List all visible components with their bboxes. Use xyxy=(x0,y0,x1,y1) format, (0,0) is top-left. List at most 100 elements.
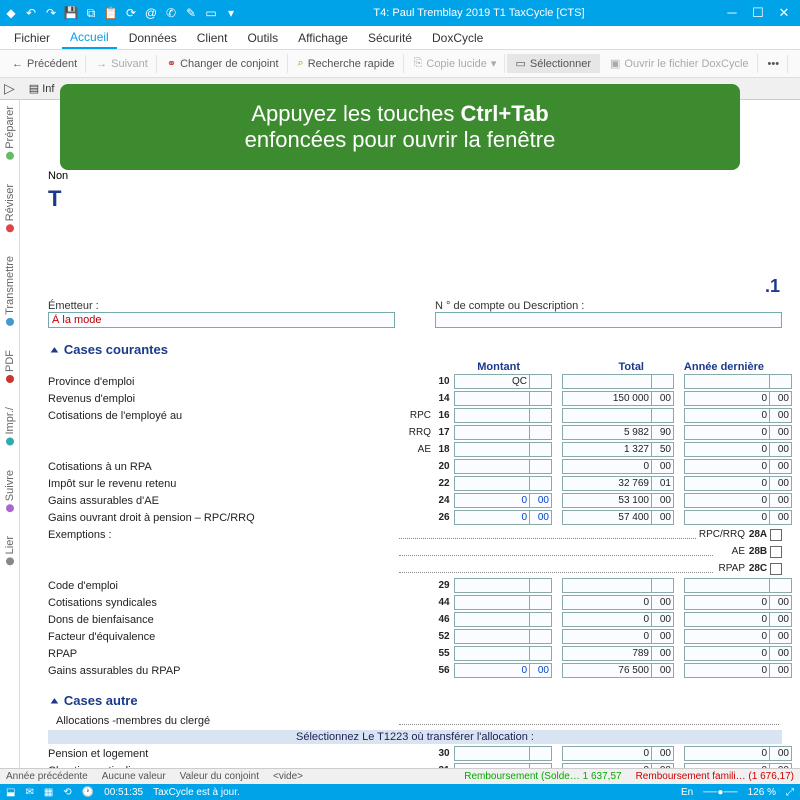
menu-client[interactable]: Client xyxy=(189,28,236,48)
side-lier[interactable]: Lier xyxy=(4,536,16,565)
total-cell[interactable]: 57 400 xyxy=(562,510,652,525)
total-dec-cell[interactable]: 00 xyxy=(652,459,674,474)
total-dec-cell[interactable] xyxy=(652,578,674,593)
annee-cell[interactable]: 0 xyxy=(684,612,770,627)
annee-dec-cell[interactable]: 00 xyxy=(770,408,792,423)
annee-cell[interactable]: 0 xyxy=(684,442,770,457)
annee-dec-cell[interactable]: 00 xyxy=(770,595,792,610)
annee-dec-cell[interactable]: 00 xyxy=(770,391,792,406)
montant-cell[interactable]: 0 xyxy=(454,510,530,525)
total-dec-cell[interactable]: 00 xyxy=(652,629,674,644)
annee-dec-cell[interactable]: 00 xyxy=(770,493,792,508)
annee-cell[interactable]: 0 xyxy=(684,510,770,525)
maximize-icon[interactable]: ☐ xyxy=(746,5,770,21)
side-preparer[interactable]: Préparer xyxy=(4,106,16,160)
annee-dec-cell[interactable]: 00 xyxy=(770,663,792,678)
add-tab-icon[interactable]: ▷ xyxy=(4,80,15,97)
annee-cell[interactable]: 0 xyxy=(684,646,770,661)
side-transmettre[interactable]: Transmettre xyxy=(4,256,16,326)
total-dec-cell[interactable]: 00 xyxy=(652,595,674,610)
total-cell[interactable]: 76 500 xyxy=(562,663,652,678)
edit-icon[interactable]: ✎ xyxy=(184,6,198,20)
side-reviser[interactable]: Réviser xyxy=(4,184,16,232)
grid-icon[interactable]: ▦ xyxy=(44,787,53,798)
annee-cell[interactable]: 0 xyxy=(684,595,770,610)
select-button[interactable]: ▭Sélectionner xyxy=(507,54,600,73)
sync-icon[interactable]: ⟲ xyxy=(63,787,71,798)
montant-cell[interactable]: QC xyxy=(454,374,530,389)
annee-cell[interactable]: 0 xyxy=(684,476,770,491)
montant-cell[interactable] xyxy=(454,746,530,761)
total-dec-cell[interactable]: 01 xyxy=(652,476,674,491)
back-button[interactable]: ←Précédent xyxy=(4,55,86,73)
montant-cell[interactable] xyxy=(454,442,530,457)
annee-dec-cell[interactable]: 00 xyxy=(770,459,792,474)
checkbox[interactable] xyxy=(770,546,782,558)
annee-dec-cell[interactable]: 00 xyxy=(770,612,792,627)
montant-dec-cell[interactable] xyxy=(530,391,552,406)
total-dec-cell[interactable]: 00 xyxy=(652,746,674,761)
total-cell[interactable]: 150 000 xyxy=(562,391,652,406)
status-zoom[interactable]: 126 % xyxy=(748,787,776,798)
montant-dec-cell[interactable] xyxy=(530,746,552,761)
montant-dec-cell[interactable] xyxy=(530,578,552,593)
montant-cell[interactable] xyxy=(454,646,530,661)
total-cell[interactable]: 789 xyxy=(562,646,652,661)
annee-dec-cell[interactable]: 00 xyxy=(770,746,792,761)
menu-securite[interactable]: Sécurité xyxy=(360,28,420,48)
more-button[interactable]: ••• xyxy=(760,55,789,73)
montant-cell[interactable] xyxy=(454,578,530,593)
at-icon[interactable]: @ xyxy=(144,6,158,20)
montant-cell[interactable]: 0 xyxy=(454,493,530,508)
total-dec-cell[interactable]: 00 xyxy=(652,510,674,525)
dropbox-icon[interactable]: ⬓ xyxy=(6,787,15,798)
montant-dec-cell[interactable]: 00 xyxy=(530,493,552,508)
total-cell[interactable] xyxy=(562,374,652,389)
annee-cell[interactable]: 0 xyxy=(684,391,770,406)
annee-cell[interactable]: 0 xyxy=(684,629,770,644)
montant-dec-cell[interactable] xyxy=(530,595,552,610)
checkbox[interactable] xyxy=(770,529,782,541)
montant-cell[interactable] xyxy=(454,408,530,423)
montant-cell[interactable]: 0 xyxy=(454,663,530,678)
zoom-bar[interactable]: ──●── xyxy=(703,787,737,798)
total-cell[interactable]: 53 100 xyxy=(562,493,652,508)
refresh-icon[interactable]: ⟳ xyxy=(124,6,138,20)
dropdown-icon[interactable]: ▾ xyxy=(224,6,238,20)
montant-dec-cell[interactable] xyxy=(530,476,552,491)
annee-cell[interactable]: 0 xyxy=(684,408,770,423)
minimize-icon[interactable]: ─ xyxy=(720,5,744,21)
total-dec-cell[interactable]: 00 xyxy=(652,391,674,406)
note-icon[interactable]: ▭ xyxy=(204,6,218,20)
annee-cell[interactable] xyxy=(684,578,770,593)
checkbox[interactable] xyxy=(770,563,782,575)
annee-cell[interactable]: 0 xyxy=(684,663,770,678)
annee-cell[interactable]: 0 xyxy=(684,459,770,474)
total-dec-cell[interactable]: 00 xyxy=(652,612,674,627)
montant-cell[interactable] xyxy=(454,425,530,440)
tab-info[interactable]: ▤ Inf xyxy=(21,80,63,97)
annee-dec-cell[interactable]: 00 xyxy=(770,510,792,525)
montant-dec-cell[interactable] xyxy=(530,646,552,661)
annee-dec-cell[interactable]: 00 xyxy=(770,629,792,644)
montant-dec-cell[interactable]: 00 xyxy=(530,510,552,525)
montant-cell[interactable] xyxy=(454,391,530,406)
annee-dec-cell[interactable]: 00 xyxy=(770,425,792,440)
section-courantes[interactable]: ▲Cases courantes xyxy=(48,342,782,357)
annee-dec-cell[interactable] xyxy=(770,578,792,593)
status-valeur[interactable]: Valeur du conjoint xyxy=(180,771,259,782)
section-autre[interactable]: ▲Cases autre xyxy=(48,693,782,708)
annee-dec-cell[interactable]: 00 xyxy=(770,476,792,491)
montant-cell[interactable] xyxy=(454,595,530,610)
total-dec-cell[interactable]: 50 xyxy=(652,442,674,457)
emetteur-input[interactable] xyxy=(48,312,395,328)
total-cell[interactable] xyxy=(562,408,652,423)
menu-outils[interactable]: Outils xyxy=(239,28,286,48)
status-lang[interactable]: En xyxy=(681,787,693,798)
total-cell[interactable]: 5 982 xyxy=(562,425,652,440)
menu-donnees[interactable]: Données xyxy=(121,28,185,48)
montant-dec-cell[interactable] xyxy=(530,425,552,440)
compte-input[interactable] xyxy=(435,312,782,328)
menu-affichage[interactable]: Affichage xyxy=(290,28,356,48)
side-impr[interactable]: Impr./ xyxy=(4,407,16,446)
